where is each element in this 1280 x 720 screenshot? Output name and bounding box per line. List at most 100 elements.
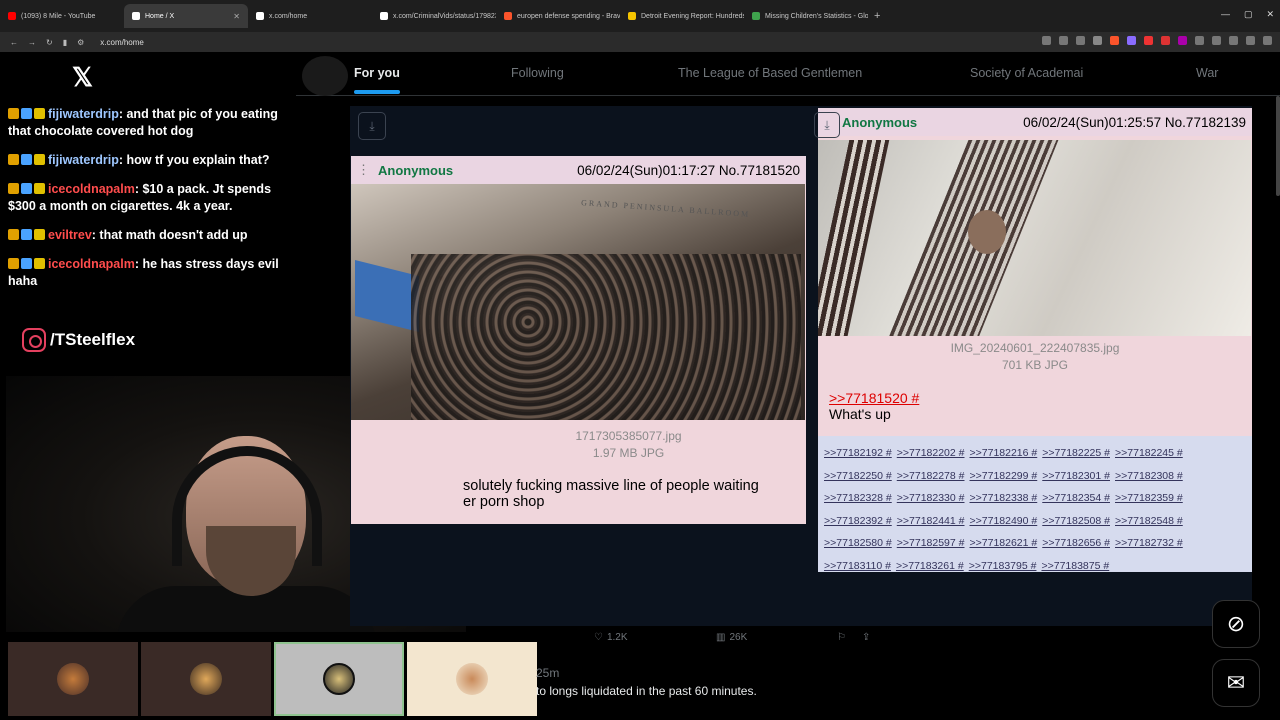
grok-button[interactable]: ⊘ <box>1212 600 1260 648</box>
tab-war[interactable]: War <box>1196 66 1218 80</box>
backlink[interactable]: >>77182621 # <box>970 532 1038 555</box>
next-tweet[interactable]: 25m to longs liquidated in the past 60 m… <box>536 666 757 698</box>
close-icon[interactable]: ✕ <box>1266 9 1274 20</box>
backlink[interactable]: >>77182192 # <box>824 442 892 465</box>
browser-tab[interactable]: Missing Children's Statistics - Global..… <box>744 4 868 28</box>
backlink[interactable]: >>77183261 # <box>896 555 964 578</box>
bookmark-button[interactable]: ⚐ <box>837 632 846 643</box>
backlink[interactable]: >>77182301 # <box>1042 465 1110 488</box>
backlink[interactable]: >>77182597 # <box>897 532 965 555</box>
backlink[interactable]: >>77182330 # <box>897 487 965 510</box>
backlink[interactable]: >>77182508 # <box>1042 510 1110 533</box>
balcony-image[interactable] <box>818 140 1251 336</box>
extension-icon[interactable] <box>1161 36 1170 45</box>
thumbnail[interactable] <box>141 642 271 716</box>
tab-league-of-based-gentlemen[interactable]: The League of Based Gentlemen <box>678 66 862 80</box>
chat-text: : how tf you explain that? <box>118 153 270 167</box>
tab-society-of-academai[interactable]: Society of Academai <box>970 66 1083 80</box>
backlink[interactable]: >>77182328 # <box>824 487 892 510</box>
backlink[interactable]: >>77182216 # <box>970 442 1038 465</box>
tab-favicon-icon <box>628 12 636 20</box>
extension-icon[interactable] <box>1127 36 1136 45</box>
back-icon[interactable]: ← <box>10 38 18 47</box>
chan-post: Anonymous 06/02/24(Sun)01:25:57 No.77182… <box>818 108 1252 436</box>
chan-post: ⋮ Anonymous 06/02/24(Sun)01:17:27 No.771… <box>351 156 806 524</box>
thumbnail[interactable] <box>8 642 138 716</box>
browser-tab[interactable]: europen defense spending - Brave Se... <box>496 4 620 28</box>
backlink[interactable]: >>77182441 # <box>897 510 965 533</box>
new-tab-button[interactable]: + <box>868 10 886 22</box>
backlink[interactable]: >>77182354 # <box>1042 487 1110 510</box>
like-button[interactable]: ♡ 1.2K <box>594 632 628 643</box>
scrollbar[interactable] <box>1276 96 1280 196</box>
backlink[interactable]: >>77182338 # <box>970 487 1038 510</box>
tab-favicon-icon <box>504 12 512 20</box>
maximize-icon[interactable]: ▢ <box>1244 9 1253 20</box>
sidebar-icon[interactable] <box>1212 36 1221 45</box>
tab-label: x.com/CriminalVids/status/1798231550... <box>393 12 496 20</box>
backlink[interactable]: >>77182250 # <box>824 465 892 488</box>
backlink[interactable]: >>77182308 # <box>1115 465 1183 488</box>
profile-icon[interactable] <box>1246 36 1255 45</box>
backlink[interactable]: >>77182490 # <box>970 510 1038 533</box>
bookmark-icon[interactable]: ▮ <box>63 38 67 47</box>
post-header: Anonymous 06/02/24(Sun)01:25:57 No.77182… <box>818 108 1252 136</box>
browser-tab[interactable]: x.com/home <box>248 4 372 28</box>
backlink[interactable]: >>77183795 # <box>969 555 1037 578</box>
backlink[interactable]: >>77182225 # <box>1042 442 1110 465</box>
backlink[interactable]: >>77182245 # <box>1115 442 1183 465</box>
backlink[interactable]: >>77182548 # <box>1115 510 1183 533</box>
wallet-icon[interactable] <box>1229 36 1238 45</box>
avatar <box>190 663 222 695</box>
reload-icon[interactable]: ↻ <box>46 38 53 47</box>
backlink[interactable]: >>77182278 # <box>897 465 965 488</box>
backlink[interactable]: >>77182732 # <box>1115 532 1183 555</box>
chat-message: fijiwaterdrip: and that pic of you eatin… <box>8 106 290 140</box>
tab-following[interactable]: Following <box>511 66 564 80</box>
messages-button[interactable]: ✉ <box>1212 659 1260 707</box>
browser-tab[interactable]: Detroit Evening Report: Hundreds in... <box>620 4 744 28</box>
views-button[interactable]: ▥ 26K <box>716 632 747 643</box>
file-name[interactable]: 1717305385077.jpg <box>351 428 806 445</box>
extension-icon[interactable] <box>1178 36 1187 45</box>
backlink[interactable]: >>77183110 # <box>824 555 891 578</box>
browser-tab[interactable]: x.com/CriminalVids/status/1798231550... <box>372 4 496 28</box>
tab-favicon-icon <box>380 12 388 20</box>
zoom-icon[interactable] <box>1042 36 1051 45</box>
site-settings-icon[interactable]: ⚙ <box>77 38 84 47</box>
brave-shield-icon[interactable] <box>1110 36 1119 45</box>
download-icon[interactable]: ⤓ <box>358 112 386 140</box>
more-icon[interactable]: ⋮ <box>357 162 370 178</box>
post-text: solutely fucking massive line of people … <box>463 478 759 494</box>
share-icon: ⇪ <box>862 632 871 643</box>
url-field[interactable]: x.com/home <box>100 38 144 47</box>
star-icon[interactable] <box>1093 36 1102 45</box>
tab-for-you[interactable]: For you <box>354 66 400 80</box>
tab-favicon-icon <box>8 12 16 20</box>
backlink[interactable]: >>77182359 # <box>1115 487 1183 510</box>
backlink[interactable]: >>77182202 # <box>897 442 965 465</box>
browser-tab[interactable]: Home / X ✕ <box>124 4 248 28</box>
share-button[interactable]: ⇪ <box>862 632 870 643</box>
backlink[interactable]: >>77182580 # <box>824 532 892 555</box>
backlink[interactable]: >>77182656 # <box>1042 532 1110 555</box>
quote-link[interactable]: >>77181520 # <box>818 390 1252 406</box>
extension-icon[interactable] <box>1144 36 1153 45</box>
download-icon[interactable]: ⤓ <box>814 112 840 138</box>
avatar[interactable] <box>302 56 348 96</box>
minimize-icon[interactable]: — <box>1221 9 1230 20</box>
file-name[interactable]: IMG_20240601_222407835.jpg <box>818 340 1252 357</box>
menu-icon[interactable] <box>1263 36 1272 45</box>
puzzle-icon[interactable] <box>1195 36 1204 45</box>
forward-icon[interactable]: → <box>28 38 36 47</box>
backlink[interactable]: >>77182299 # <box>970 465 1038 488</box>
browser-tab[interactable]: (1093) 8 Mile - YouTube <box>0 4 124 28</box>
x-logo-icon[interactable]: 𝕏 <box>72 62 93 93</box>
crowd-image[interactable]: GRAND PENINSULA BALLROOM <box>351 184 805 420</box>
backlink[interactable]: >>77183875 # <box>1041 555 1109 578</box>
backlink[interactable]: >>77182392 # <box>824 510 892 533</box>
close-tab-icon[interactable]: ✕ <box>233 12 240 21</box>
share-icon[interactable] <box>1076 36 1085 45</box>
extension-icons <box>1042 36 1272 45</box>
search-icon[interactable] <box>1059 36 1068 45</box>
